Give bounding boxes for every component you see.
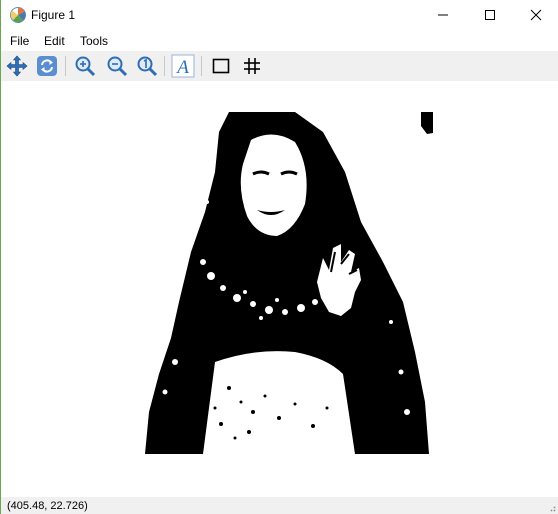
title-bar: Figure 1 [1, 0, 558, 30]
pan-arrows-icon [6, 55, 28, 77]
maximize-button[interactable] [467, 0, 513, 30]
toolbar-separator [164, 56, 165, 76]
status-bar: (405.48, 22.726) [1, 497, 558, 514]
matplotlib-icon [10, 7, 26, 23]
toolbar-separator [65, 56, 66, 76]
zoom-1to1-button[interactable] [135, 54, 159, 78]
binarized-photo [145, 112, 433, 454]
menu-edit[interactable]: Edit [44, 34, 65, 48]
pan-button[interactable] [5, 54, 29, 78]
grid-button[interactable] [240, 54, 264, 78]
zoom-in-icon [75, 56, 96, 77]
close-button[interactable] [513, 0, 558, 30]
grid-icon [244, 58, 260, 74]
subplot-config-button[interactable] [209, 54, 233, 78]
window-title: Figure 1 [31, 8, 76, 22]
zoom-out-icon [107, 56, 128, 77]
menu-bar: File Edit Tools [1, 31, 558, 51]
italic-a-icon: A [171, 54, 195, 78]
zoom-in-button[interactable] [73, 54, 97, 78]
refresh-icon [37, 56, 57, 76]
zoom-out-button[interactable] [105, 54, 129, 78]
close-icon [530, 9, 542, 21]
square-icon [212, 58, 230, 74]
resize-grip-icon[interactable] [548, 504, 556, 512]
svg-text:A: A [175, 57, 189, 78]
minimize-icon [438, 14, 448, 16]
reset-view-button[interactable] [35, 54, 59, 78]
toolbar-separator [201, 56, 202, 76]
minimize-button[interactable] [420, 0, 466, 30]
maximize-icon [485, 10, 495, 20]
menu-tools[interactable]: Tools [80, 34, 108, 48]
zoom-1to1-icon [137, 56, 158, 77]
edit-axis-button[interactable]: A [171, 54, 195, 78]
toolbar: A [1, 51, 558, 81]
menu-file[interactable]: File [10, 34, 29, 48]
cursor-coordinates: (405.48, 22.726) [7, 500, 88, 512]
figure-window: Figure 1 File Edit Tools A (405.48, 22.7… [0, 0, 558, 514]
